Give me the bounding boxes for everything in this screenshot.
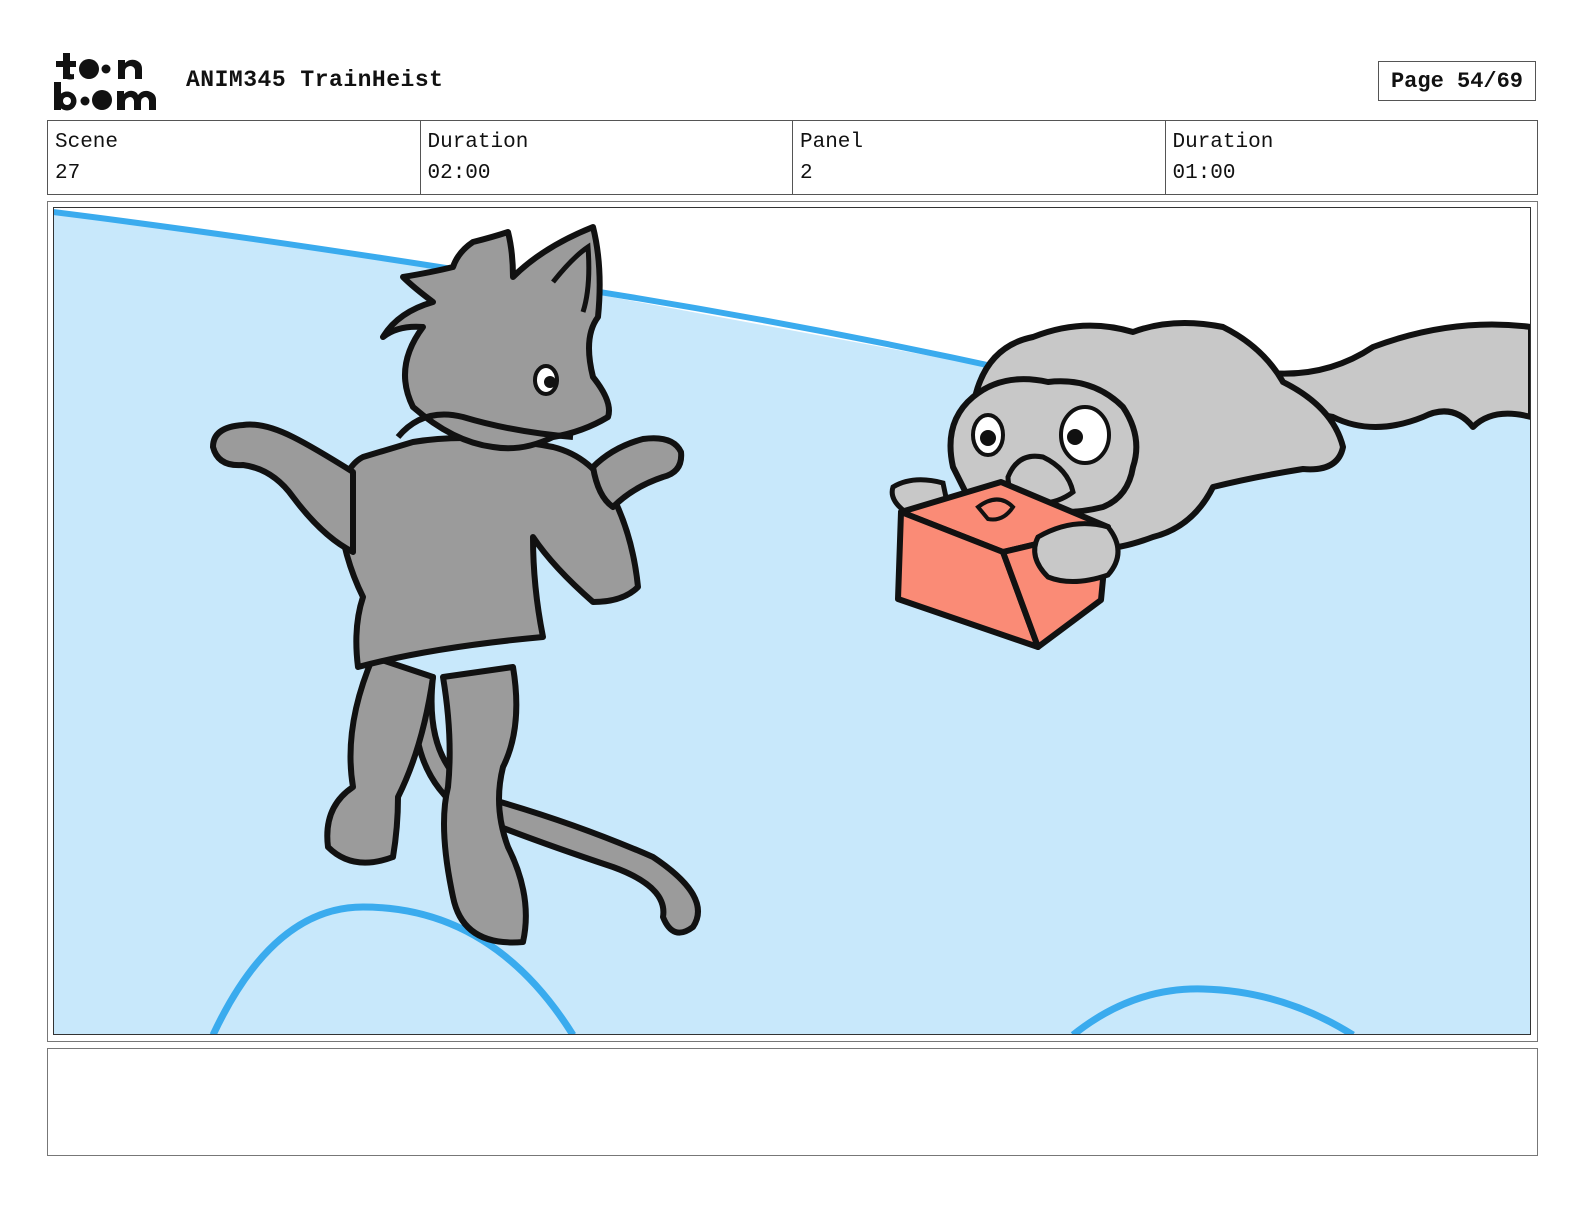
panel-value: 2	[800, 162, 813, 185]
scene-value: 27	[55, 162, 81, 185]
panel-cell: Panel 2	[793, 121, 1166, 194]
scene-label: Scene	[55, 131, 119, 154]
storyboard-panel	[47, 201, 1538, 1042]
scene-duration-cell: Duration 02:00	[421, 121, 793, 194]
light-cat-paw-right	[1032, 521, 1121, 584]
scene-info-table: Scene 27 Duration 02:00 Panel 2 Duration…	[47, 120, 1538, 195]
panel-duration-label: Duration	[1172, 131, 1274, 154]
toon-boom-logo	[54, 53, 156, 111]
panel-label: Panel	[800, 131, 864, 154]
panel-notes-box	[47, 1048, 1538, 1156]
project-title: ANIM345 TrainHeist	[186, 67, 444, 93]
scene-cell: Scene 27	[48, 121, 421, 194]
scene-duration-label: Duration	[427, 131, 529, 154]
panel-duration-cell: Duration 01:00	[1166, 121, 1538, 194]
scene-duration-value: 02:00	[427, 162, 491, 185]
panel-duration-value: 01:00	[1172, 162, 1236, 185]
page-indicator: Page 54/69	[1378, 61, 1536, 101]
panel-drawing	[53, 207, 1531, 1035]
